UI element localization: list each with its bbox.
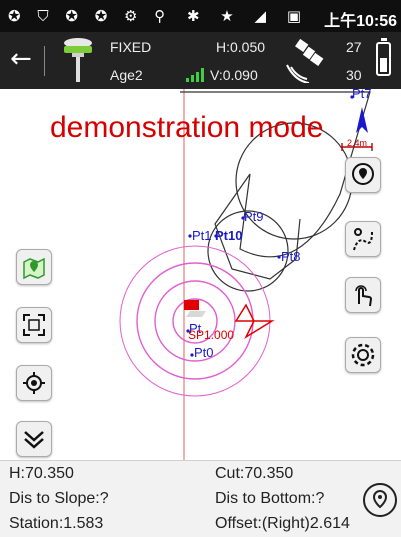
notification-icons: ✪ ⛉ ✪ ✪ ⚙ ⚲ [8, 7, 172, 25]
point-label-pt8[interactable]: Pt8 [281, 249, 301, 264]
rover-marker [186, 311, 206, 317]
station-value: Station:1.583 [9, 515, 104, 532]
north-arrow [356, 107, 368, 133]
location-pin-icon [372, 489, 388, 509]
status-bar: ✪ ⛉ ✪ ✪ ⚙ ⚲ ✱ ★ ◢ ▣ 上午10:56 [0, 0, 401, 32]
point-label-pt0[interactable]: Pt0 [194, 345, 214, 360]
satellites-visible: 30 [346, 67, 362, 83]
stake-point-label: SP1.000 [188, 328, 235, 342]
point-label-pt10[interactable]: Pt10 [215, 228, 242, 243]
locate-button[interactable] [16, 365, 52, 401]
gnss-antenna-icon[interactable] [62, 36, 94, 84]
map-canvas[interactable]: demonstration mode Pt7 Pt9 Pt1 Pt10 Pt8 … [0, 89, 401, 460]
gnss-toolbar: ← FIXED Age2 H:0.050 V:0.090 27 30 [0, 32, 401, 89]
horizontal-precision: H:0.050 [216, 39, 266, 55]
route-icon [353, 228, 373, 251]
offset-value: Offset:(Right)2.614 [215, 515, 350, 532]
clock: 上午10:56 [324, 13, 397, 30]
touch-select-button[interactable] [345, 277, 381, 313]
scale-label: 2.4m [347, 138, 368, 148]
dis-to-bottom: Dis to Bottom:? [215, 490, 325, 507]
fit-extent-button[interactable] [16, 307, 52, 343]
back-arrow-icon[interactable]: ← [10, 44, 32, 74]
demonstration-mode-banner: demonstration mode [50, 111, 324, 144]
vertical-precision: V:0.090 [210, 67, 258, 83]
settings-button[interactable] [345, 337, 381, 373]
satellite-icon[interactable] [285, 37, 335, 83]
map-layer-icon [23, 257, 45, 280]
stakeout-point-icon [352, 163, 374, 185]
locate-icon [23, 372, 45, 394]
location-pin-button[interactable] [363, 483, 397, 517]
fix-status: FIXED [110, 39, 152, 55]
touch-select-icon [355, 285, 373, 307]
satellites-used: 27 [346, 39, 362, 55]
fit-extent-icon [23, 314, 45, 336]
point-label-pt7[interactable]: Pt7 [352, 89, 372, 101]
system-status-icons: ✱ ★ ◢ ▣ [186, 7, 309, 25]
dis-to-slope: Dis to Slope:? [9, 490, 109, 507]
settings-gear-icon [351, 343, 375, 367]
point-label-pt1[interactable]: Pt1 [192, 228, 212, 243]
collapse-button[interactable] [16, 421, 52, 457]
point-label-pt9[interactable]: Pt9 [244, 209, 264, 224]
stakeout-point-button[interactable] [345, 157, 381, 193]
signal-strength-icon [186, 68, 204, 82]
map-layer-button[interactable] [16, 249, 52, 285]
cut-value: Cut:70.350 [215, 465, 294, 482]
collapse-icon [24, 431, 44, 449]
target-flag [184, 300, 199, 310]
correction-age: Age2 [110, 67, 143, 83]
height-value: H:70.350 [9, 465, 74, 482]
route-button[interactable] [345, 221, 381, 257]
toolbar-divider [44, 46, 45, 76]
receiver-battery-icon [376, 38, 391, 76]
stakeout-info-panel: H:70.350 Cut:70.350 Dis to Slope:? Dis t… [0, 460, 401, 537]
direction-arrow [234, 303, 275, 340]
